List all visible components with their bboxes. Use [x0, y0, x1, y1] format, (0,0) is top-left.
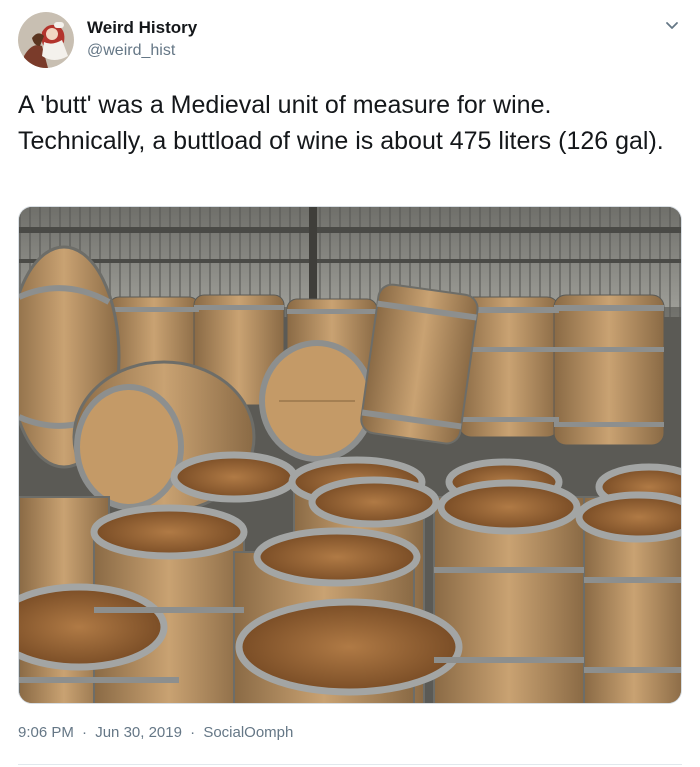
- tweet-text: A 'butt' was a Medieval unit of measure …: [18, 91, 664, 155]
- chevron-down-icon[interactable]: [660, 14, 684, 38]
- user-handle[interactable]: @weird_hist: [87, 42, 175, 60]
- tweet-date: Jun 30, 2019: [95, 724, 182, 741]
- tweet-time: 9:06 PM: [18, 724, 74, 741]
- avatar[interactable]: [18, 12, 74, 68]
- tweet-source-link[interactable]: SocialOomph: [203, 724, 293, 741]
- divider: [18, 764, 682, 765]
- meta-separator: ·: [82, 724, 88, 741]
- tweet-photo[interactable]: [18, 206, 682, 704]
- tweet-meta: 9:06 PM · Jun 30, 2019 · SocialOomph: [18, 724, 293, 741]
- tweet-card: Weird History @weird_hist A 'butt' was a…: [0, 0, 700, 767]
- user-name[interactable]: Weird History: [87, 18, 197, 38]
- meta-separator: ·: [190, 724, 196, 741]
